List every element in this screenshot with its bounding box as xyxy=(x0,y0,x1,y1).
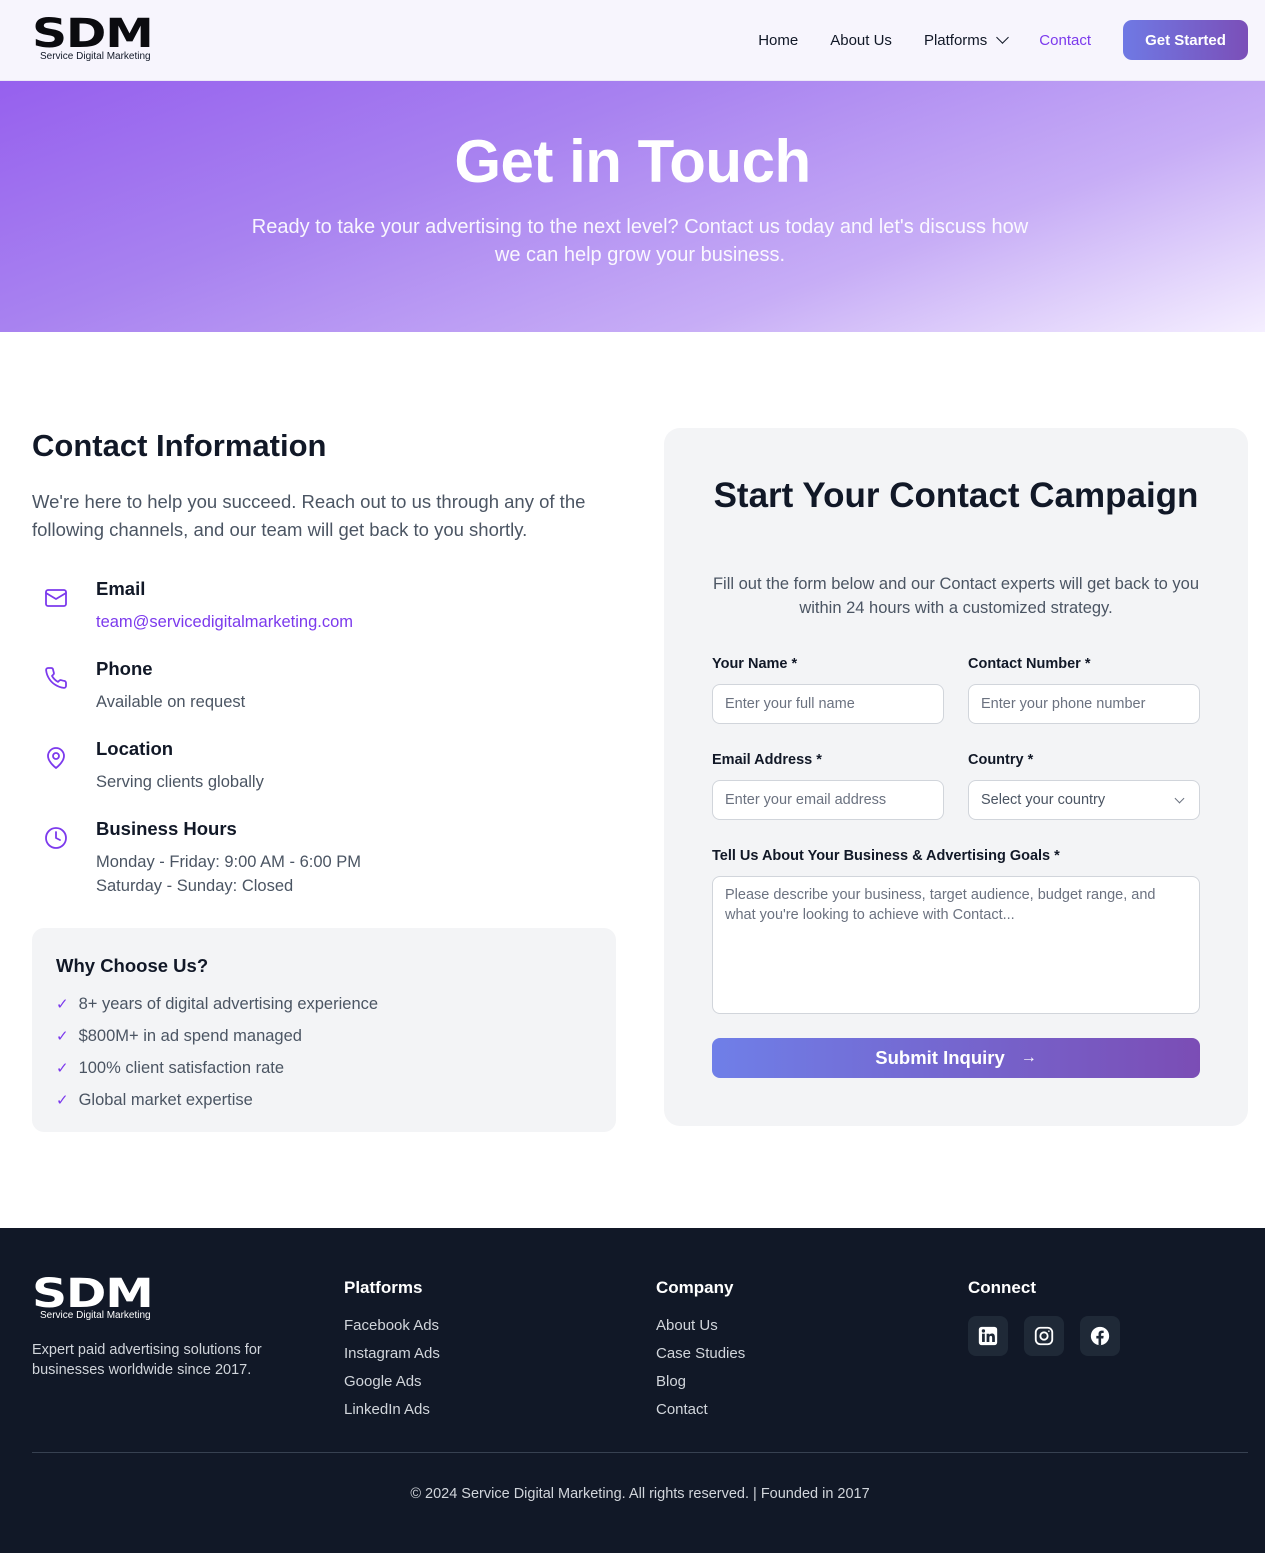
logo-subtitle: Service Digital Marketing xyxy=(40,51,151,62)
submit-label: Submit Inquiry xyxy=(875,1047,1005,1068)
list-item: ✓ Global market expertise xyxy=(56,1090,253,1110)
contact-item-label: Email xyxy=(96,578,146,599)
hours-weekend: Saturday - Sunday: Closed xyxy=(96,877,294,895)
footer-link-blog[interactable]: Blog xyxy=(656,1372,745,1400)
form-subtitle: Fill out the form below and our Contact … xyxy=(712,575,1200,617)
facebook-icon[interactable] xyxy=(1080,1316,1120,1356)
form-title: Start Your Contact Campaign xyxy=(713,476,1199,515)
phone-label: Contact Number * xyxy=(968,656,1091,672)
copyright-text: © 2024 Service Digital Marketing. All ri… xyxy=(410,1486,870,1502)
footer-connect: Connect xyxy=(968,1278,1036,1316)
nav-about-us[interactable]: About Us xyxy=(830,32,892,49)
hero-title: Get in Touch xyxy=(454,128,811,195)
list-item: ✓ 100% client satisfaction rate xyxy=(56,1058,285,1078)
email-link[interactable]: team@servicedigitalmarketing.com xyxy=(96,610,353,634)
linkedin-icon[interactable] xyxy=(968,1316,1008,1356)
check-icon: ✓ xyxy=(56,1092,69,1109)
logo-subtitle: Service Digital Marketing xyxy=(40,1310,151,1321)
nav-contact[interactable]: Contact xyxy=(1039,32,1091,49)
instagram-glyph xyxy=(1034,1326,1054,1346)
check-icon: ✓ xyxy=(56,1060,69,1077)
phone-input[interactable] xyxy=(968,684,1200,724)
contact-form-card: Start Your Contact Campaign Fill out the… xyxy=(664,428,1248,1126)
facebook-glyph xyxy=(1090,1326,1110,1346)
get-started-button[interactable]: Get Started xyxy=(1123,20,1248,60)
main-nav: Home About Us Platforms Contact Get Star… xyxy=(726,20,1248,60)
email-input[interactable] xyxy=(712,780,944,820)
name-input[interactable] xyxy=(712,684,944,724)
footer-logo[interactable]: SDM Service Digital Marketing xyxy=(32,1274,172,1324)
footer-platforms: Platforms Facebook Ads Instagram Ads Goo… xyxy=(344,1278,440,1428)
phone-value: Available on request xyxy=(96,693,246,711)
contact-info-intro: We're here to help you succeed. Reach ou… xyxy=(32,491,586,540)
footer-link-contact[interactable]: Contact xyxy=(656,1400,745,1428)
goals-label: Tell Us About Your Business & Advertisin… xyxy=(712,848,1060,864)
country-label: Country * xyxy=(968,752,1034,768)
goals-textarea[interactable] xyxy=(712,876,1200,1014)
country-select-value: Select your country xyxy=(981,792,1106,808)
location-value: Serving clients globally xyxy=(96,773,264,791)
footer-heading: Platforms xyxy=(344,1278,423,1297)
instagram-icon[interactable] xyxy=(1024,1316,1064,1356)
site-header: SDM Service Digital Marketing Home About… xyxy=(0,0,1265,81)
contact-item-email: Email team@servicedigitalmarketing.com xyxy=(32,578,612,638)
check-icon: ✓ xyxy=(56,1028,69,1045)
linkedin-glyph xyxy=(978,1326,998,1346)
contact-item-phone: Phone Available on request xyxy=(32,658,612,718)
contact-item-label: Location xyxy=(96,738,174,759)
hours-weekdays: Monday - Friday: 9:00 AM - 6:00 PM xyxy=(96,853,362,871)
clock-icon xyxy=(45,827,67,849)
submit-inquiry-button[interactable]: Submit Inquiry → xyxy=(712,1038,1200,1078)
site-footer: SDM Service Digital Marketing Expert pai… xyxy=(0,1228,1265,1553)
footer-link-instagram-ads[interactable]: Instagram Ads xyxy=(344,1344,440,1372)
footer-link-linkedin-ads[interactable]: LinkedIn Ads xyxy=(344,1400,440,1428)
nav-platforms-label: Platforms xyxy=(923,31,988,49)
phone-icon xyxy=(45,667,67,689)
list-item: ✓ 8+ years of digital advertising experie… xyxy=(56,994,379,1014)
footer-link-google-ads[interactable]: Google Ads xyxy=(344,1372,440,1400)
map-pin-icon xyxy=(47,747,65,769)
footer-link-case-studies[interactable]: Case Studies xyxy=(656,1344,745,1372)
why-choose-us-box: Why Choose Us? ✓ 8+ years of digital adve… xyxy=(32,928,616,1132)
contact-item-location: Location Serving clients globally xyxy=(32,738,612,798)
chevron-down-icon xyxy=(996,31,1010,44)
check-icon: ✓ xyxy=(56,996,69,1013)
hero-subtitle: Ready to take your advertising to the ne… xyxy=(251,216,1029,266)
contact-info-title: Contact Information xyxy=(32,428,327,463)
contact-item-label: Business Hours xyxy=(96,818,237,839)
why-list: ✓ 8+ years of digital advertising experie… xyxy=(56,988,378,1116)
sdm-logo[interactable]: SDM Service Digital Marketing xyxy=(32,14,172,64)
email-label: Email Address * xyxy=(712,752,822,768)
logo-mark: SDM xyxy=(32,1271,154,1317)
footer-heading: Connect xyxy=(968,1278,1036,1297)
arrow-right-icon: → xyxy=(1020,1049,1037,1066)
footer-link-about-us[interactable]: About Us xyxy=(656,1316,745,1344)
footer-company: Company About Us Case Studies Blog Conta… xyxy=(656,1278,745,1428)
footer-divider xyxy=(32,1452,1248,1453)
logo-mark: SDM xyxy=(32,11,154,57)
nav-home[interactable]: Home xyxy=(758,32,798,49)
mail-icon xyxy=(45,589,67,607)
nav-platforms[interactable]: Platforms xyxy=(923,31,1010,49)
chevron-down-icon xyxy=(1174,793,1185,804)
list-item: ✓ $800M+ in ad spend managed xyxy=(56,1026,302,1046)
why-title: Why Choose Us? xyxy=(56,955,209,976)
name-label: Your Name * xyxy=(712,656,798,672)
contact-item-label: Phone xyxy=(96,658,153,679)
footer-description: Expert paid advertising solutions for bu… xyxy=(32,1342,262,1378)
footer-link-facebook-ads[interactable]: Facebook Ads xyxy=(344,1316,440,1344)
hero-banner: Get in Touch Ready to take your advertis… xyxy=(0,81,1265,332)
contact-item-hours: Business Hours Monday - Friday: 9:00 AM … xyxy=(32,818,612,902)
footer-heading: Company xyxy=(656,1278,734,1297)
country-select[interactable]: Select your country xyxy=(968,780,1200,820)
